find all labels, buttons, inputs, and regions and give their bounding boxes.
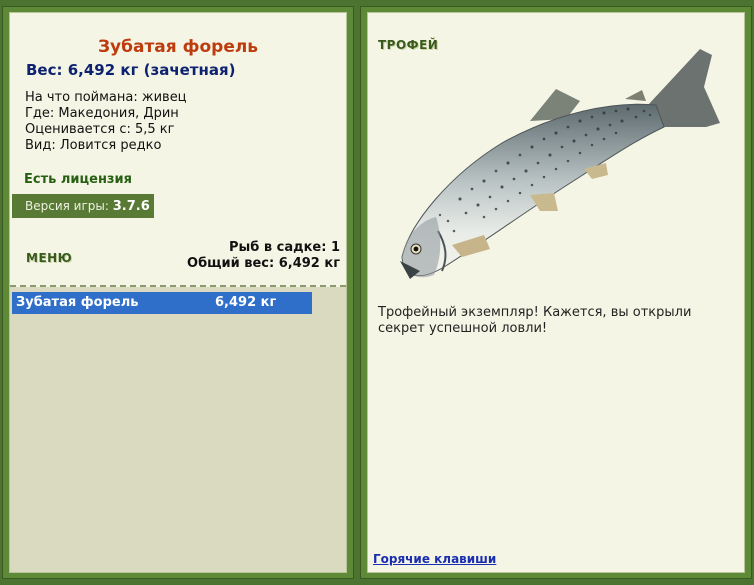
fish-title: Зубатая форель xyxy=(97,37,259,57)
version-bar: Версия игры: 3.7.6 xyxy=(12,194,154,218)
trophy-description: Трофейный экземпляр! Кажется, вы открыли… xyxy=(378,305,692,336)
right-frame: ТРОФЕЙ Трофейный экземпляр! Кажется, вы … xyxy=(360,6,752,579)
version-value: 3.7.6 xyxy=(112,199,150,214)
menu-button[interactable]: МЕНЮ xyxy=(26,251,72,265)
cage-row[interactable]: Зубатая форель 6,492 кг xyxy=(12,292,312,314)
left-frame: Зубатая форель Вес: 6,492 кг (зачетная) … xyxy=(2,6,354,579)
cage-row-weight: 6,492 кг xyxy=(215,295,277,310)
trophy-panel: ТРОФЕЙ Трофейный экземпляр! Кажется, вы … xyxy=(367,12,745,573)
cage-count: Рыб в садке: 1 xyxy=(228,240,340,255)
fish-valued-from: Оценивается с: 5,5 кг xyxy=(25,122,175,137)
cage-total-weight: Общий вес: 6,492 кг xyxy=(187,256,340,271)
fish-info-panel: Зубатая форель Вес: 6,492 кг (зачетная) … xyxy=(9,12,347,573)
version-label: Версия игры: xyxy=(25,199,109,213)
cage-list: Зубатая форель 6,492 кг xyxy=(10,287,346,572)
cage-row-name: Зубатая форель xyxy=(16,295,139,310)
fish-weight: Вес: 6,492 кг (зачетная) xyxy=(26,61,236,79)
hotkeys-link[interactable]: Горячие клавиши xyxy=(373,552,496,566)
fish-image xyxy=(400,49,720,279)
fish-bait: На что поймана: живец xyxy=(25,90,187,105)
fish-rarity: Вид: Ловится редко xyxy=(25,138,162,153)
cage-stats: Рыб в садке: 1 Общий вес: 6,492 кг xyxy=(187,240,340,272)
license-status: Есть лицензия xyxy=(24,172,132,187)
fish-location: Где: Македония, Дрин xyxy=(25,106,179,121)
